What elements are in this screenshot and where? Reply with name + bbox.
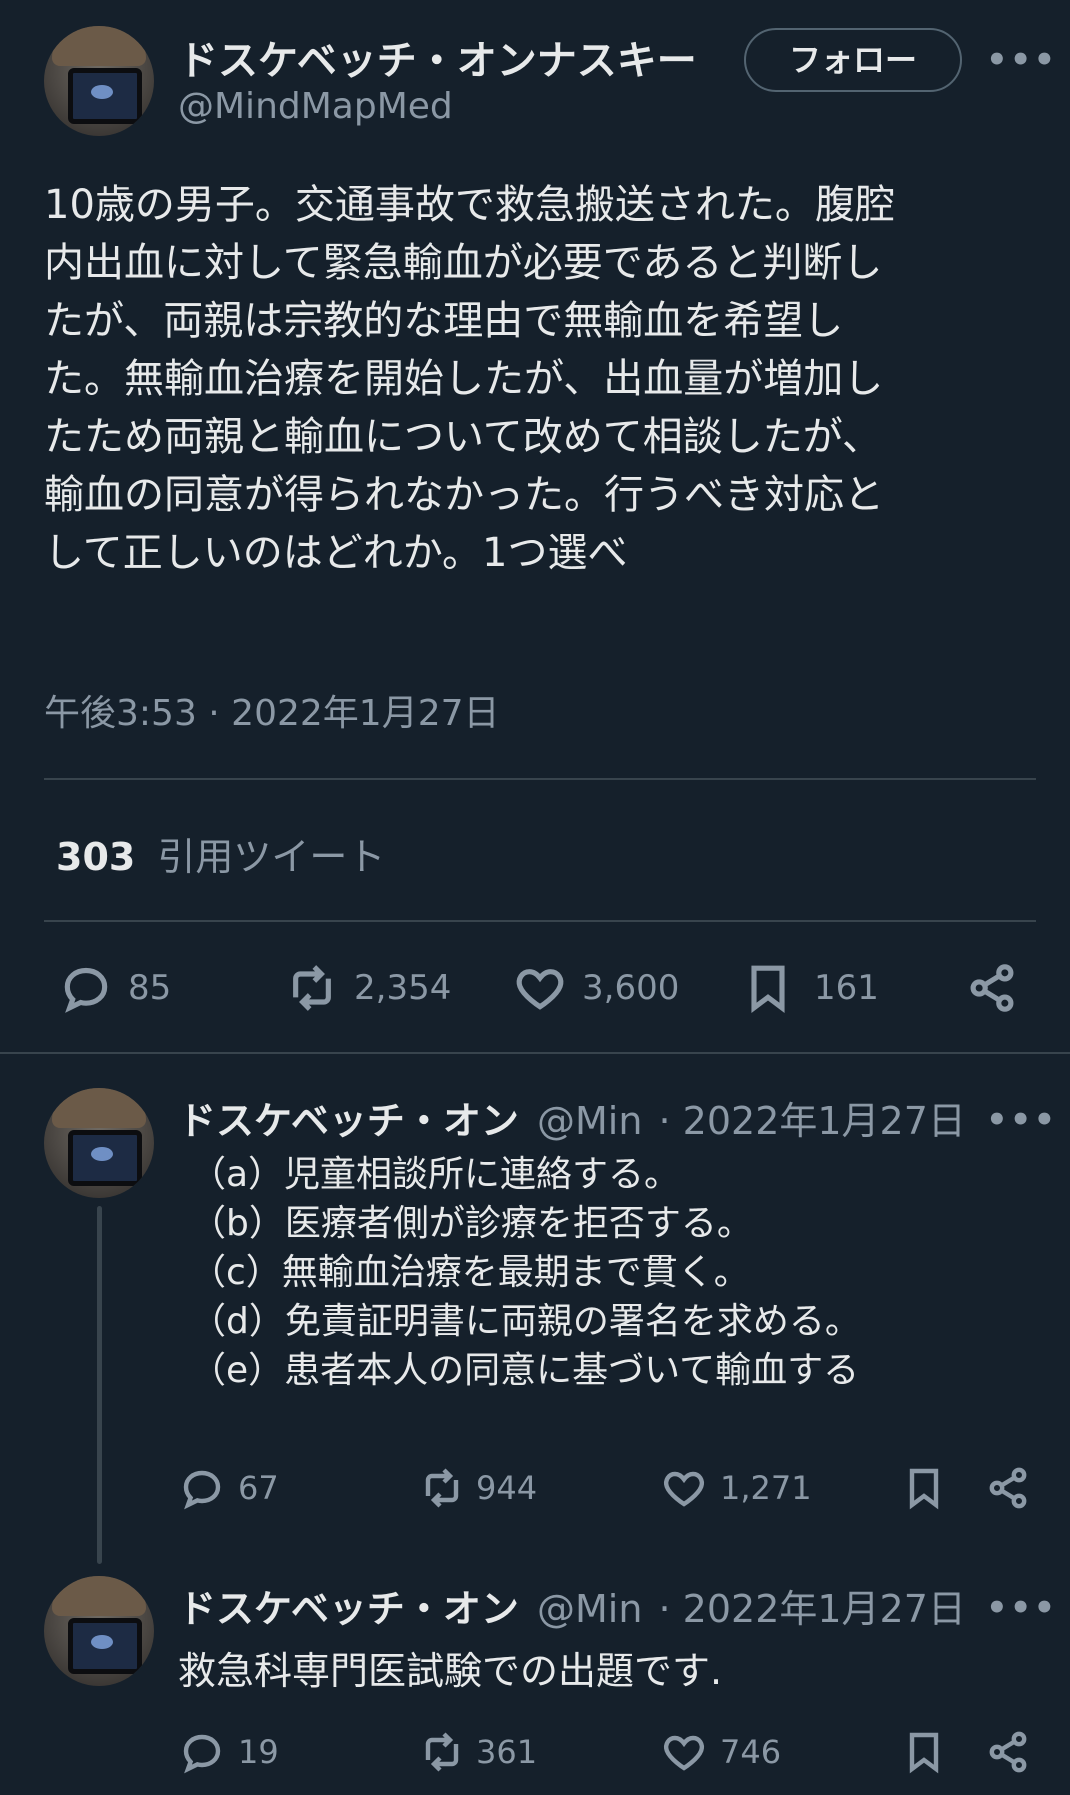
like-action[interactable]: 1,271: [660, 1464, 812, 1512]
tweet-line: 内出血に対して緊急輸血が必要であると判断し: [44, 240, 883, 286]
reply-avatar[interactable]: [44, 1088, 154, 1198]
like-action[interactable]: 3,600: [512, 960, 679, 1016]
follow-button[interactable]: フォロー: [744, 28, 962, 92]
reply-date[interactable]: · 2022年1月27日: [659, 1587, 966, 1631]
retweet-action[interactable]: 2,354: [282, 960, 451, 1016]
reply-count: 85: [128, 968, 172, 1008]
heart-icon: [516, 969, 564, 1010]
share-action[interactable]: [984, 1464, 1032, 1512]
heart-icon: [664, 1735, 704, 1771]
avatar-hair: [52, 1088, 146, 1128]
reply-header: ドスケベッチ・オン @Min · 2022年1月27日: [178, 1578, 966, 1633]
author-handle[interactable]: @MindMapMed: [178, 86, 453, 127]
bookmark-icon: [751, 965, 785, 1013]
reply-avatar[interactable]: [44, 1576, 154, 1686]
like-count: 3,600: [582, 968, 680, 1008]
quote-label: 引用ツイート: [157, 835, 386, 879]
author-avatar[interactable]: [44, 26, 154, 136]
reply-icon: [183, 1734, 221, 1774]
bookmark-action[interactable]: [900, 1464, 948, 1512]
retweet-icon: [425, 1468, 459, 1508]
quote-count: 303: [56, 835, 136, 879]
tweet-line: 10歳の男子。交通事故で救急搬送された。腹腔: [44, 182, 895, 228]
reply-action[interactable]: 85: [58, 960, 171, 1016]
bookmark-action[interactable]: [900, 1728, 948, 1776]
reply-author-handle[interactable]: @Min: [537, 1099, 642, 1143]
share-icon: [989, 1731, 1027, 1773]
retweet-icon: [425, 1732, 459, 1772]
retweet-count: 944: [476, 1469, 538, 1507]
bookmark-icon: [909, 1732, 939, 1774]
like-action[interactable]: 746: [660, 1728, 781, 1776]
tweet-timestamp[interactable]: 午後3:53 · 2022年1月27日: [44, 684, 500, 736]
bookmark-action[interactable]: 161: [740, 960, 879, 1016]
heart-icon: [664, 1471, 704, 1507]
reply-header: ドスケベッチ・オン @Min · 2022年1月27日: [178, 1090, 966, 1145]
like-count: 1,271: [720, 1469, 812, 1507]
reply-count: 67: [238, 1469, 279, 1507]
divider: [0, 1052, 1070, 1054]
tweet-text: 10歳の男子。交通事故で救急搬送された。腹腔 内出血に対して緊急輸血が必要である…: [44, 176, 1034, 582]
retweet-count: 361: [476, 1733, 538, 1771]
tweet-line: たため両親と輸血について改めて相談したが、: [44, 414, 882, 460]
like-count: 746: [720, 1733, 782, 1771]
reply-action[interactable]: 67: [178, 1464, 279, 1512]
reply-date[interactable]: · 2022年1月27日: [659, 1099, 966, 1143]
avatar-screen: [68, 68, 142, 124]
retweet-icon: [293, 965, 331, 1011]
avatar-hair: [52, 1576, 146, 1616]
bookmark-icon: [909, 1468, 939, 1510]
answer-option: （a）児童相談所に連絡する。: [190, 1154, 681, 1195]
bookmark-count: 161: [814, 968, 879, 1008]
quote-tweets-stat[interactable]: 303 引用ツイート: [56, 826, 385, 881]
more-options-icon[interactable]: •••: [986, 40, 1057, 80]
reply-author-name[interactable]: ドスケベッチ・オン: [178, 1099, 519, 1143]
thread-line: [97, 1206, 102, 1564]
more-options-icon[interactable]: •••: [986, 1100, 1057, 1140]
avatar-screen: [68, 1618, 142, 1674]
reply-action[interactable]: 19: [178, 1728, 279, 1776]
avatar-hair: [52, 26, 146, 66]
retweet-count: 2,354: [354, 968, 452, 1008]
answer-option: （e）患者本人の同意に基づいて輸血する: [190, 1350, 860, 1391]
tweet-line: して正しいのはどれか。1つ選べ: [44, 530, 628, 576]
author-name[interactable]: ドスケベッチ・オンナスキー: [178, 28, 697, 86]
reply-count: 19: [238, 1733, 279, 1771]
reply-icon: [183, 1470, 221, 1510]
reply-author-handle[interactable]: @Min: [537, 1587, 642, 1631]
share-action[interactable]: [964, 960, 1020, 1016]
answer-option: （b）医療者側が診療を拒否する。: [190, 1203, 753, 1244]
reply-author-name[interactable]: ドスケベッチ・オン: [178, 1587, 519, 1631]
share-action[interactable]: [984, 1728, 1032, 1776]
answer-options: （a）児童相談所に連絡する。 （b）医療者側が診療を拒否する。 （c）無輸血治療…: [190, 1150, 861, 1395]
retweet-action[interactable]: 944: [416, 1464, 537, 1512]
share-icon: [989, 1467, 1027, 1509]
tweet-line: たが、両親は宗教的な理由で無輸血を希望し: [44, 298, 844, 344]
avatar-screen: [68, 1130, 142, 1186]
divider: [44, 920, 1036, 922]
more-options-icon[interactable]: •••: [986, 1588, 1057, 1628]
answer-option: （c）無輸血治療を最期まで貫く。: [190, 1252, 750, 1293]
reply-icon: [64, 967, 108, 1013]
reply-text: 救急科専門医試験での出題です.: [178, 1649, 723, 1693]
answer-option: （d）免責証明書に両親の署名を求める。: [190, 1301, 861, 1342]
tweet-line: 輸血の同意が得られなかった。行うべき対応と: [44, 472, 884, 518]
retweet-action[interactable]: 361: [416, 1728, 537, 1776]
divider: [44, 778, 1036, 780]
tweet-line: た。無輸血治療を開始したが、出血量が増加し: [44, 356, 884, 402]
share-icon: [970, 964, 1014, 1012]
